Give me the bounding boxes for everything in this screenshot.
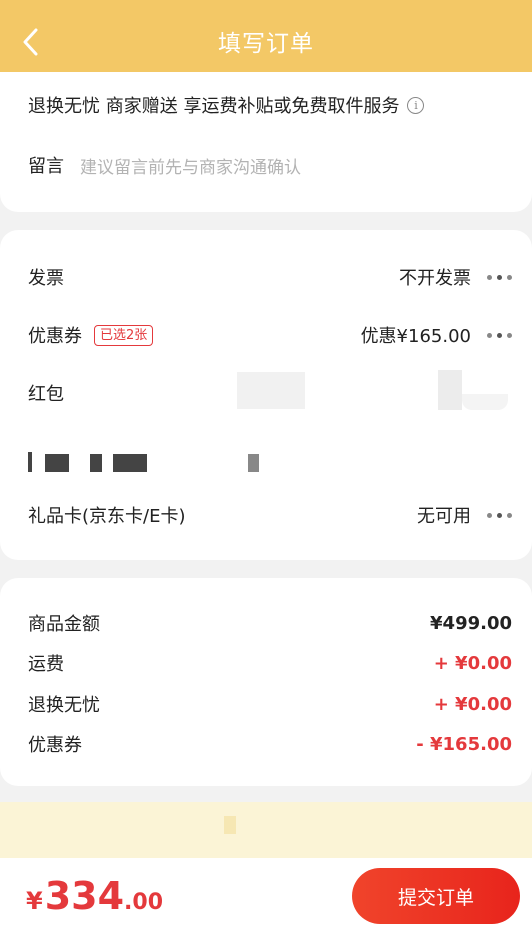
summary-goods-value: ¥499.00 bbox=[430, 612, 512, 634]
invoice-row[interactable]: 发票 不开发票 bbox=[28, 264, 512, 290]
coupon-row[interactable]: 优惠券 已选2张 优惠¥165.00 bbox=[28, 322, 512, 348]
invoice-value: 不开发票 bbox=[399, 268, 471, 289]
redacted-block bbox=[248, 454, 259, 472]
summary-shipping-label: 运费 bbox=[28, 654, 64, 675]
giftcard-value: 无可用 bbox=[417, 506, 471, 527]
redpacket-label: 红包 bbox=[28, 384, 64, 405]
page-title: 填写订单 bbox=[218, 31, 314, 57]
giftcard-label: 礼品卡(京东卡/E卡) bbox=[28, 506, 186, 527]
summary-shipping-row: 运费 + ¥0.00 bbox=[28, 650, 512, 676]
coupon-badge: 已选2张 bbox=[94, 324, 154, 346]
info-icon[interactable]: i bbox=[407, 96, 425, 114]
summary-return-row: 退换无忧 + ¥0.00 bbox=[28, 691, 512, 717]
blurred-area bbox=[438, 370, 462, 410]
total-integer: 334 bbox=[44, 874, 125, 918]
summary-coupon-value: - ¥165.00 bbox=[416, 733, 512, 755]
giftcard-row[interactable]: 礼品卡(京东卡/E卡) 无可用 bbox=[28, 502, 512, 528]
total-price: ¥ 334 .00 bbox=[26, 874, 163, 918]
note-input[interactable]: 建议留言前先与商家沟通确认 bbox=[80, 153, 301, 178]
invoice-label: 发票 bbox=[28, 268, 64, 289]
promo-strip bbox=[0, 802, 532, 858]
coupon-label: 优惠券 bbox=[28, 326, 82, 347]
summary-return-label: 退换无忧 bbox=[28, 695, 100, 716]
more-dots-icon[interactable] bbox=[487, 274, 512, 280]
submit-order-button[interactable]: 提交订单 bbox=[352, 868, 520, 924]
service-row: 退换无忧 商家赠送 享运费补贴或免费取件服务 i bbox=[28, 92, 512, 118]
summary-goods-row: 商品金额 ¥499.00 bbox=[28, 610, 512, 636]
coupon-value: 优惠¥165.00 bbox=[360, 326, 471, 347]
redacted-block bbox=[45, 454, 69, 472]
summary-return-value: + ¥0.00 bbox=[433, 693, 512, 715]
back-arrow-icon[interactable] bbox=[16, 28, 44, 56]
more-dots-icon[interactable] bbox=[487, 512, 512, 518]
note-row[interactable]: 留言 建议留言前先与商家沟通确认 bbox=[28, 152, 512, 178]
summary-goods-label: 商品金额 bbox=[28, 614, 100, 635]
bottom-bar: ¥ 334 .00 提交订单 bbox=[0, 858, 532, 932]
redacted-block bbox=[28, 452, 32, 472]
blurred-area bbox=[237, 372, 305, 409]
promo-mark bbox=[224, 816, 236, 834]
summary-coupon-row: 优惠券 - ¥165.00 bbox=[28, 731, 512, 757]
total-decimal: .00 bbox=[124, 890, 164, 915]
summary-coupon-label: 优惠券 bbox=[28, 735, 82, 756]
redacted-block bbox=[90, 454, 102, 472]
summary-shipping-value: + ¥0.00 bbox=[433, 652, 512, 674]
total-currency: ¥ bbox=[26, 887, 43, 915]
redacted-block bbox=[113, 454, 147, 472]
more-dots-icon[interactable] bbox=[487, 332, 512, 338]
note-label: 留言 bbox=[28, 156, 64, 177]
blurred-area bbox=[462, 394, 508, 410]
header-bar: 填写订单 bbox=[0, 0, 532, 82]
service-text: 退换无忧 商家赠送 享运费补贴或免费取件服务 bbox=[28, 96, 400, 117]
